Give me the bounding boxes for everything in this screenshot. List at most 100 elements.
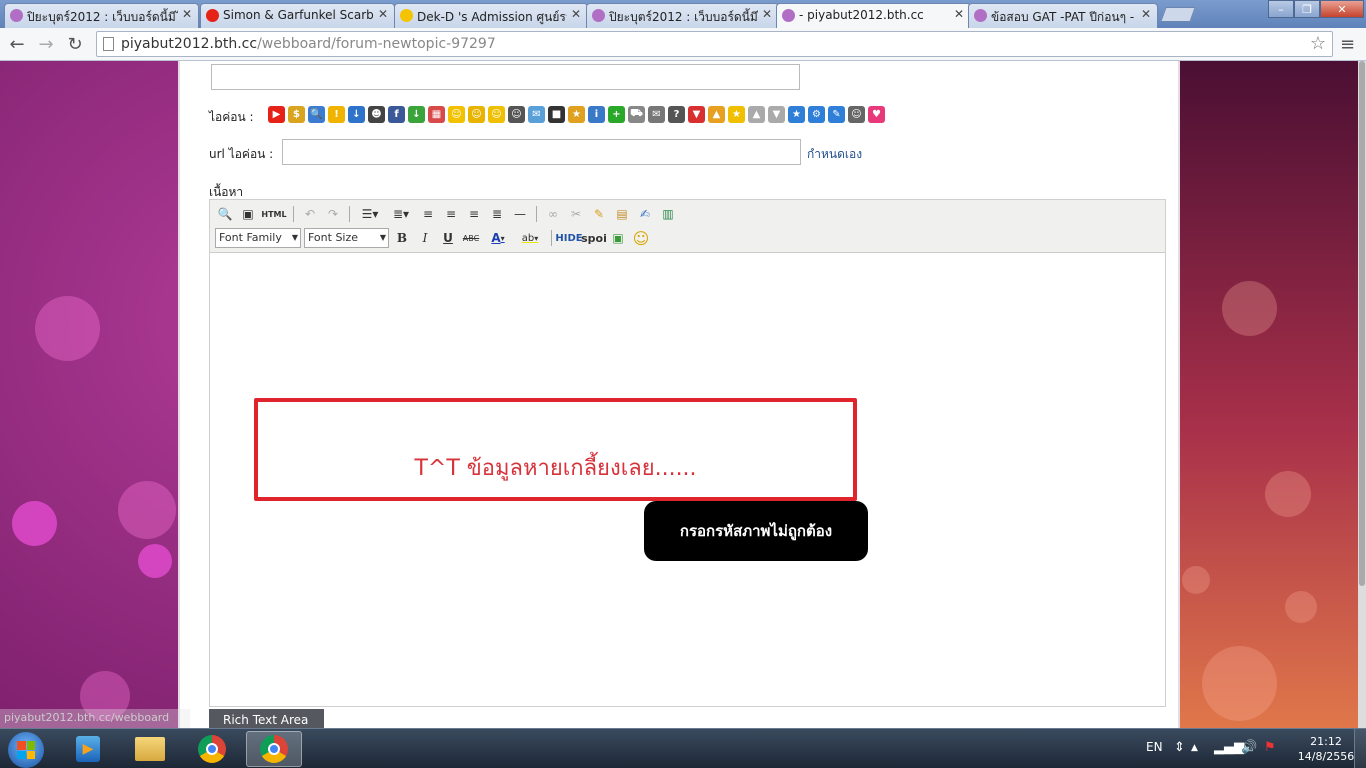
bullet-list-icon[interactable]: ☰▾ [356,204,384,224]
smile-icon[interactable]: ☺ [448,106,465,123]
font-family-select[interactable]: Font Family ▼ [215,228,301,248]
taskbar-media-player[interactable]: ▶ [60,731,116,767]
taskbar-chrome-active[interactable] [246,731,302,767]
page-scrollbar[interactable] [1358,61,1366,728]
insert-image-icon[interactable]: ▣ [608,228,628,248]
rich-text-area-tab[interactable]: Rich Text Area [209,709,324,728]
address-bar[interactable]: piyabut2012.bth.cc/webboard/forum-newtop… [96,31,1333,57]
italic-button[interactable]: I [415,228,435,248]
close-tab-icon[interactable]: ✕ [182,7,192,21]
heart-icon[interactable]: ♥ [868,106,885,123]
gear-icon[interactable]: ⚙ [808,106,825,123]
browser-tab[interactable]: ปิยะบุตร์2012 : เว็บบอร์ดนี้มีไว้ ✕ [4,3,199,28]
reload-button[interactable]: ↻ [63,32,87,56]
horizontal-rule-icon[interactable]: — [510,204,530,224]
star-icon[interactable]: ★ [728,106,745,123]
spoiler-button[interactable]: spoi [581,228,607,248]
bold-button[interactable]: B [392,228,412,248]
taskbar-chrome-pinned[interactable] [184,731,240,767]
browser-tab[interactable]: - piyabut2012.bth.cc ✕ [776,3,971,29]
speech-bubble-icon[interactable]: ✉ [528,106,545,123]
calendar-icon[interactable]: ▦ [428,106,445,123]
cool-face-icon[interactable]: ☺ [468,106,485,123]
font-color-button[interactable]: A ▾ [484,228,512,248]
maximize-button[interactable]: ❐ [1294,0,1320,18]
highlight-color-button[interactable]: ab ▾ [515,228,545,248]
grin-icon[interactable]: ☺ [488,106,505,123]
link-icon[interactable]: ∞ [543,204,563,224]
close-tab-icon[interactable]: ✕ [762,7,772,21]
action-center-flag-icon[interactable]: ⚑ [1264,740,1276,755]
magnifier-icon[interactable]: 🔍 [308,106,325,123]
html-source-button[interactable]: HTML [261,204,287,224]
plus-icon[interactable]: + [608,106,625,123]
icon-url-input[interactable] [282,139,801,165]
underline-button[interactable]: U [438,228,458,248]
taskbar-explorer[interactable] [122,731,178,767]
new-tab-button[interactable] [1160,7,1196,22]
align-right-icon[interactable]: ≡ [464,204,484,224]
start-button[interactable] [8,732,44,768]
thumbs-up-icon[interactable]: ▲ [708,106,725,123]
medal-icon[interactable]: ★ [568,106,585,123]
bookmark-star-icon[interactable]: ☆ [1310,33,1326,54]
back-button[interactable]: ← [5,32,29,56]
warning-icon[interactable]: ! [328,106,345,123]
question-icon[interactable]: ? [668,106,685,123]
like-outline-icon[interactable]: ▲ [748,106,765,123]
facebook-icon[interactable]: f [388,106,405,123]
paste-word-icon[interactable]: ▤ [612,204,632,224]
show-hidden-icons[interactable]: ▲ [1191,743,1198,753]
forward-button[interactable]: → [34,32,58,56]
browser-tab[interactable]: Simon & Garfunkel Scarborough ✕ [200,3,395,28]
tools-icon[interactable]: ✎ [828,106,845,123]
face-icon[interactable]: ☺ [508,106,525,123]
unlink-icon[interactable]: ✂ [566,204,586,224]
minimize-button[interactable]: – [1268,0,1294,18]
redo-icon[interactable]: ↷ [323,204,343,224]
dislike-outline-icon[interactable]: ▼ [768,106,785,123]
info-icon[interactable]: i [588,106,605,123]
hide-button[interactable]: HIDE [555,228,582,248]
media-film-icon[interactable]: ▥ [658,204,678,224]
topic-title-input[interactable] [211,64,800,90]
align-left-icon[interactable]: ≡ [418,204,438,224]
coins-icon[interactable]: $ [288,106,305,123]
close-window-button[interactable]: ✕ [1320,0,1364,18]
person-icon[interactable]: ☻ [368,106,385,123]
align-center-icon[interactable]: ≡ [441,204,461,224]
close-tab-icon[interactable]: ✕ [954,7,964,21]
close-tab-icon[interactable]: ✕ [378,7,388,21]
undo-icon[interactable]: ↶ [300,204,320,224]
browser-tab[interactable]: Dek-D 's Admission ศูนย์รวม ✕ [394,3,588,28]
hello-kitty-icon[interactable]: ☺ [848,106,865,123]
thumbs-down-red-icon[interactable]: ▼ [688,106,705,123]
cart-icon[interactable]: ⛟ [628,106,645,123]
green-download-icon[interactable]: ↓ [408,106,425,123]
network-signal-icon[interactable]: ▂▄▆ [1214,740,1244,755]
numbered-list-icon[interactable]: ≣▾ [387,204,415,224]
download-icon[interactable]: ↓ [348,106,365,123]
chat-icon[interactable]: ■ [548,106,565,123]
preview-icon[interactable]: 🔍 [215,204,235,224]
edit-notes-icon[interactable]: ✍ [635,204,655,224]
emoticon-icon[interactable]: ☺ [631,228,651,248]
custom-icon-link[interactable]: กำหนดเอง [807,145,862,164]
mail-icon[interactable]: ✉ [648,106,665,123]
star-badge-icon[interactable]: ★ [788,106,805,123]
font-size-select[interactable]: Font Size ▼ [304,228,389,248]
browser-tab[interactable]: ปิยะบุตร์2012 : เว็บบอร์ดนี้มีไว้ ✕ [586,3,779,28]
youtube-icon[interactable]: ▶ [268,106,285,123]
close-tab-icon[interactable]: ✕ [1141,7,1151,21]
language-indicator[interactable]: EN [1146,740,1163,754]
fullscreen-icon[interactable]: ▣ [238,204,258,224]
align-justify-icon[interactable]: ≣ [487,204,507,224]
volume-icon[interactable]: 🔊 [1241,740,1257,755]
strikethrough-button[interactable]: ABC [461,228,481,248]
browser-tab[interactable]: ข้อสอบ GAT -PAT ปีก่อนๆ - ✕ [968,3,1158,28]
chrome-menu-icon[interactable]: ≡ [1340,34,1360,55]
scrollbar-thumb[interactable] [1359,61,1365,586]
language-switch-icon[interactable]: ⇕ [1174,740,1185,755]
show-desktop-button[interactable] [1354,729,1366,768]
cleanup-pencil-icon[interactable]: ✎ [589,204,609,224]
